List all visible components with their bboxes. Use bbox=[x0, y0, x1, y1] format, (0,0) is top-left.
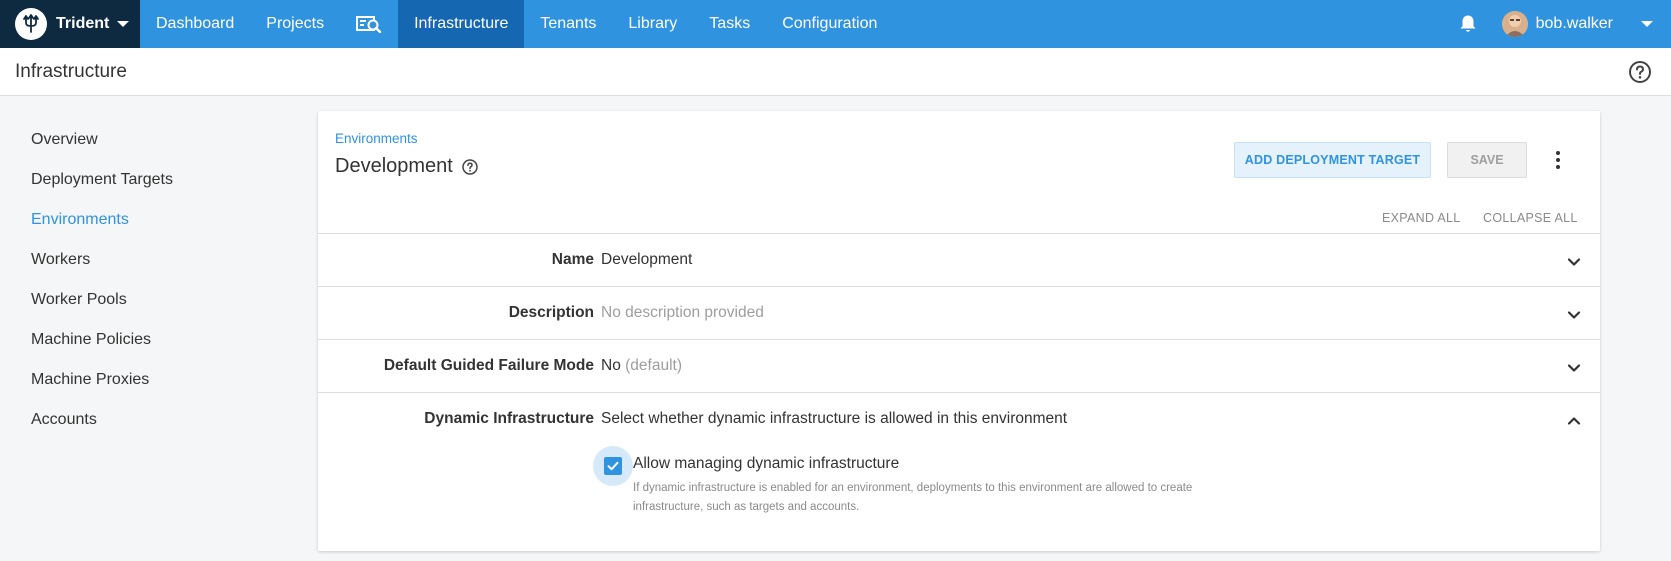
chevron-down-icon[interactable] bbox=[1566, 307, 1582, 323]
checkbox-checked-icon bbox=[604, 457, 622, 475]
sidebar-item-deployment-targets[interactable]: Deployment Targets bbox=[0, 160, 300, 200]
chevron-up-icon[interactable] bbox=[1566, 413, 1582, 429]
nav-search-projects[interactable] bbox=[340, 0, 398, 48]
more-options-icon[interactable] bbox=[1546, 147, 1570, 173]
space-name: Trident bbox=[56, 15, 110, 32]
row-label: Description bbox=[508, 304, 594, 321]
dynamic-infrastructure-checkbox[interactable] bbox=[593, 446, 633, 486]
checkbox-label[interactable]: Allow managing dynamic infrastructure bbox=[633, 455, 899, 473]
trident-logo-icon bbox=[15, 8, 47, 40]
name-row[interactable]: Name Development bbox=[318, 233, 1600, 286]
chevron-down-icon[interactable] bbox=[1566, 360, 1582, 376]
guided-failure-row[interactable]: Default Guided Failure Mode No (default) bbox=[318, 339, 1600, 392]
add-deployment-target-button[interactable]: ADD DEPLOYMENT TARGET bbox=[1234, 142, 1431, 178]
notifications-button[interactable] bbox=[1446, 0, 1490, 48]
nav-infrastructure[interactable]: Infrastructure bbox=[398, 0, 525, 48]
title-row: Development bbox=[335, 155, 479, 178]
space-switcher[interactable]: Trident bbox=[0, 0, 140, 48]
row-value: Select whether dynamic infrastructure is… bbox=[601, 410, 1068, 427]
help-circle-icon[interactable] bbox=[1627, 59, 1653, 85]
row-label: Name bbox=[551, 251, 594, 268]
row-label: Dynamic Infrastructure bbox=[424, 410, 594, 427]
caret-down-icon bbox=[1641, 21, 1653, 27]
sidebar-item-accounts[interactable]: Accounts bbox=[0, 400, 300, 440]
collapse-all-button[interactable]: COLLAPSE ALL bbox=[1483, 211, 1578, 225]
top-navigation: Trident Dashboard Projects Infrastructur… bbox=[0, 0, 1671, 48]
page-title: Infrastructure bbox=[15, 60, 127, 82]
row-value: No description provided bbox=[601, 304, 764, 321]
caret-down-icon bbox=[117, 21, 130, 27]
user-menu[interactable]: bob.walker bbox=[1501, 11, 1671, 37]
environment-title: Development bbox=[335, 155, 453, 177]
help-circle-icon[interactable] bbox=[461, 158, 479, 176]
bell-icon bbox=[1460, 15, 1476, 32]
save-button[interactable]: SAVE bbox=[1447, 142, 1527, 178]
row-value: No (default) bbox=[601, 357, 683, 374]
sidebar-item-environments[interactable]: Environments bbox=[0, 200, 300, 240]
sidebar-item-machine-proxies[interactable]: Machine Proxies bbox=[0, 360, 300, 400]
nav-projects[interactable]: Projects bbox=[250, 0, 340, 48]
expand-all-button[interactable]: EXPAND ALL bbox=[1382, 211, 1461, 225]
sidebar-item-workers[interactable]: Workers bbox=[0, 240, 300, 280]
environment-card: Environments Development ADD DEPLOYMENT … bbox=[318, 111, 1600, 551]
description-row[interactable]: Description No description provided bbox=[318, 286, 1600, 339]
nav-tasks[interactable]: Tasks bbox=[693, 0, 766, 48]
username: bob.walker bbox=[1535, 15, 1613, 32]
sidebar-item-machine-policies[interactable]: Machine Policies bbox=[0, 320, 300, 360]
sidebar: Overview Deployment Targets Environments… bbox=[0, 120, 300, 440]
nav-tenants[interactable]: Tenants bbox=[524, 0, 612, 48]
sidebar-item-overview[interactable]: Overview bbox=[0, 120, 300, 160]
breadcrumb[interactable]: Environments bbox=[335, 131, 418, 146]
search-projects-icon bbox=[356, 16, 382, 33]
nav-library[interactable]: Library bbox=[612, 0, 693, 48]
row-label: Default Guided Failure Mode bbox=[383, 357, 594, 374]
page-header: Infrastructure bbox=[0, 48, 1671, 96]
row-value: Development bbox=[601, 251, 693, 268]
avatar bbox=[1501, 11, 1528, 37]
checkbox-hint: If dynamic infrastructure is enabled for… bbox=[633, 482, 1193, 513]
chevron-down-icon[interactable] bbox=[1566, 254, 1582, 270]
sidebar-item-worker-pools[interactable]: Worker Pools bbox=[0, 280, 300, 320]
dynamic-infrastructure-row: Dynamic Infrastructure Select whether dy… bbox=[318, 392, 1600, 551]
nav-right: bob.walker bbox=[1446, 0, 1671, 48]
nav-dashboard[interactable]: Dashboard bbox=[140, 0, 250, 48]
nav-configuration[interactable]: Configuration bbox=[766, 0, 893, 48]
